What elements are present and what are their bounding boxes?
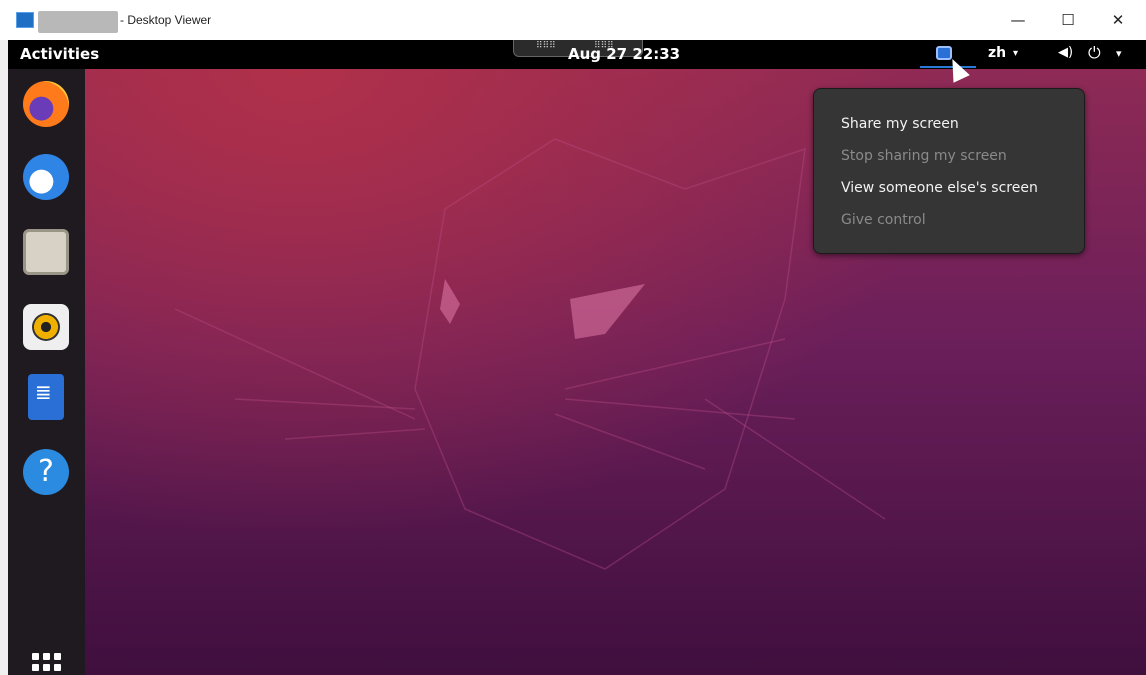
dock: ?	[8, 69, 85, 675]
grip-left-icon: ⠿⠿⠿	[536, 41, 556, 51]
remote-desktop[interactable]: ? Activities ⠿⠿⠿ ⠿⠿⠿ Aug 27 22:33 zh ▾ ◀…	[8, 40, 1146, 675]
menu-item-share-screen[interactable]: Share my screen	[841, 116, 959, 132]
maximize-button[interactable]: ☐	[1046, 6, 1090, 34]
firefox-icon[interactable]	[23, 81, 69, 127]
menu-item-give-control: Give control	[841, 212, 926, 228]
screen-share-menu: Share my screen Stop sharing my screen V…	[813, 88, 1085, 254]
language-indicator[interactable]: zh	[988, 45, 1006, 61]
power-icon[interactable]: ⏻	[1088, 43, 1101, 63]
activities-button[interactable]: Activities	[20, 45, 99, 63]
close-button[interactable]: ✕	[1096, 6, 1140, 34]
menu-item-view-screen[interactable]: View someone else's screen	[841, 180, 1038, 196]
top-bar: Activities ⠿⠿⠿ ⠿⠿⠿ Aug 27 22:33 zh ▾ ◀) …	[8, 40, 1146, 69]
redacted-title-block	[38, 11, 118, 33]
menu-item-stop-sharing: Stop sharing my screen	[841, 148, 1007, 164]
volume-icon[interactable]: ◀)	[1058, 45, 1073, 60]
window-titlebar: - Desktop Viewer — ☐ ✕	[0, 0, 1146, 40]
rhythmbox-icon[interactable]	[23, 304, 69, 350]
window-title: - Desktop Viewer	[120, 13, 212, 27]
screen-share-icon[interactable]	[936, 46, 952, 60]
clock[interactable]: Aug 27 22:33	[568, 45, 680, 63]
thunderbird-icon[interactable]	[23, 154, 69, 200]
minimize-button[interactable]: —	[996, 6, 1040, 34]
chevron-down-icon[interactable]: ▾	[1116, 47, 1122, 60]
app-icon	[16, 12, 34, 28]
files-icon[interactable]	[23, 229, 69, 275]
help-icon[interactable]: ?	[23, 449, 69, 495]
chevron-down-icon: ▾	[1013, 48, 1019, 59]
app-grid-icon[interactable]	[32, 653, 62, 675]
writer-icon[interactable]	[28, 374, 64, 420]
